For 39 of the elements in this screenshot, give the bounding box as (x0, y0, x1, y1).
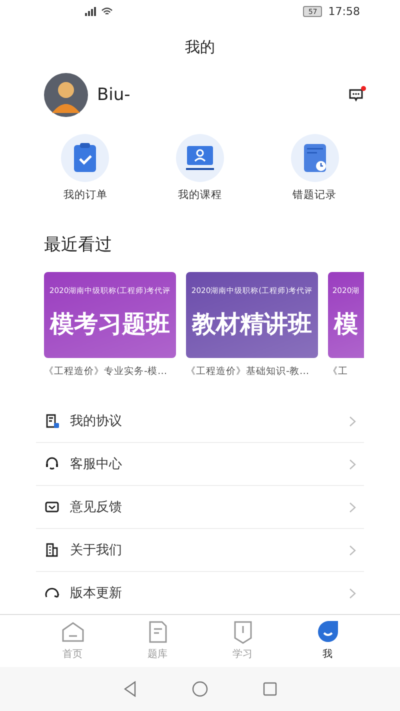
chevron-icon (349, 458, 356, 470)
menu-item[interactable]: 客服中心 (70, 455, 339, 474)
chevron-icon (349, 502, 356, 513)
message-icon[interactable] (348, 86, 364, 103)
signal-icon (84, 7, 98, 16)
shortcut-label[interactable]: 我的订单 (63, 188, 108, 202)
avatar[interactable] (44, 72, 88, 117)
back-icon[interactable] (123, 680, 137, 697)
shortcut-label[interactable]: 错题记录 (292, 188, 337, 202)
course-caption[interactable]: 《工程造价》专业实务-模… (44, 365, 176, 378)
tab[interactable]: 我 (322, 647, 332, 662)
menu-item[interactable]: 意见反馈 (70, 498, 339, 516)
banner-title: 模 (334, 309, 358, 340)
clock-time: 17:58 (328, 5, 360, 18)
clipboard-check-icon[interactable] (61, 134, 110, 182)
chevron-icon (349, 588, 356, 599)
home-circle-icon[interactable] (192, 680, 208, 697)
chevron-icon (349, 544, 356, 556)
building-icon (44, 542, 60, 558)
menu-item[interactable]: 版本更新 (70, 584, 339, 602)
shortcut-label[interactable]: 我的课程 (178, 188, 222, 202)
recents-icon[interactable] (263, 682, 277, 696)
section-heading: 最近看过 (44, 234, 113, 256)
user-name: Biu- (97, 84, 132, 105)
banner-title: 教材精讲班 (192, 309, 312, 340)
wifi-icon (101, 7, 113, 16)
headset-icon (44, 456, 60, 472)
document-clock-icon[interactable] (290, 134, 339, 182)
smile-drop-icon[interactable] (316, 620, 340, 644)
document-lock-icon (44, 413, 60, 430)
chevron-icon (349, 416, 356, 427)
banner-title: 模考习题班 (50, 309, 170, 340)
menu-item[interactable]: 关于我们 (70, 541, 339, 560)
course-caption[interactable]: 《工 (328, 365, 364, 378)
menu-item[interactable]: 我的协议 (70, 412, 339, 430)
envelope-icon (44, 499, 60, 516)
course-caption[interactable]: 《工程造价》基础知识-教… (186, 365, 318, 378)
monitor-person-icon[interactable] (176, 134, 224, 182)
page-title: 我的 (185, 38, 215, 57)
